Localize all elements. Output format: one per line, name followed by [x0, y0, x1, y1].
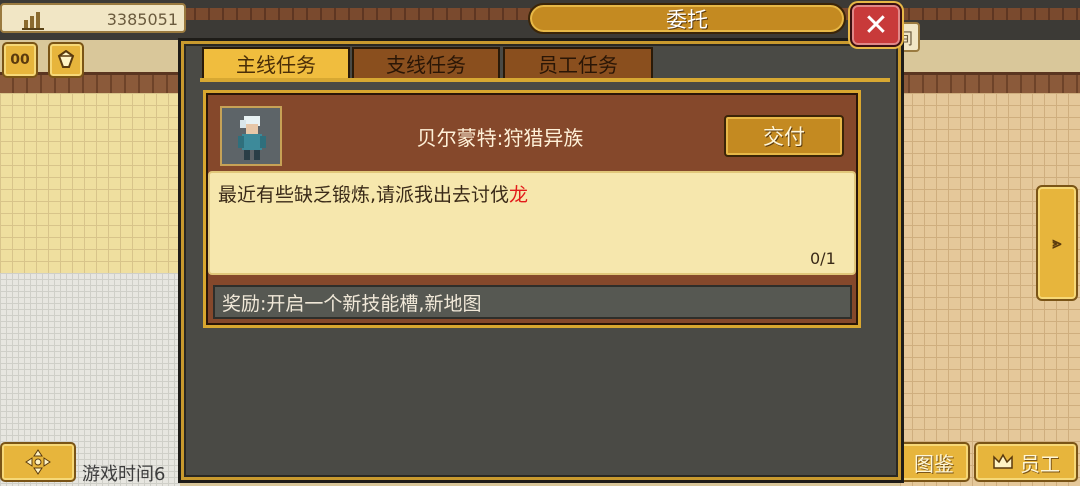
- tab-underline: [200, 78, 890, 82]
- fast-forward-icon: ⪢: [1052, 233, 1062, 252]
- quest-title: 贝尔蒙特:狩猎异族: [416, 126, 584, 150]
- game-time-label: 游戏时间6: [82, 464, 166, 485]
- money-value: 3385051: [106, 10, 178, 29]
- pause-button[interactable]: 00: [2, 42, 38, 78]
- submit-button[interactable]: 交付: [724, 115, 844, 157]
- tab-side-quest[interactable]: 支线任务: [352, 47, 500, 78]
- money-display: 3385051: [0, 3, 186, 33]
- dpad-icon: [25, 449, 51, 475]
- building-chart-icon: [22, 12, 44, 30]
- fast-forward-button[interactable]: ⪢: [1036, 185, 1078, 301]
- gem-button[interactable]: [48, 42, 84, 78]
- crown-icon: [993, 453, 1013, 469]
- dialog-title: 委托: [528, 3, 846, 34]
- reward-text: 奖励:开启一个新技能槽,新地图: [222, 293, 482, 315]
- character-avatar-icon: [238, 116, 266, 160]
- quest-progress: 0/1: [810, 249, 836, 268]
- floor-left: [0, 93, 180, 273]
- gem-icon: [57, 50, 75, 68]
- encyclopedia-button[interactable]: 图鉴: [898, 442, 970, 482]
- quest-description-text: 最近有些缺乏锻炼,请派我出去讨伐: [218, 184, 510, 206]
- pause-icon: 00: [10, 52, 30, 68]
- character-portrait: [220, 106, 282, 166]
- dpad-button[interactable]: [0, 442, 76, 482]
- tab-main-quest[interactable]: 主线任务: [202, 47, 350, 78]
- staff-label: 员工: [1020, 451, 1060, 476]
- close-button[interactable]: ✕: [850, 3, 902, 47]
- quest-description: 最近有些缺乏锻炼,请派我出去讨伐龙: [218, 180, 528, 207]
- encyclopedia-label: 图鉴: [914, 451, 954, 476]
- staff-button[interactable]: 员工: [974, 442, 1078, 482]
- quest-target-highlight: 龙: [509, 184, 529, 206]
- tab-staff-quest[interactable]: 员工任务: [503, 47, 653, 78]
- close-icon: ✕: [863, 7, 889, 43]
